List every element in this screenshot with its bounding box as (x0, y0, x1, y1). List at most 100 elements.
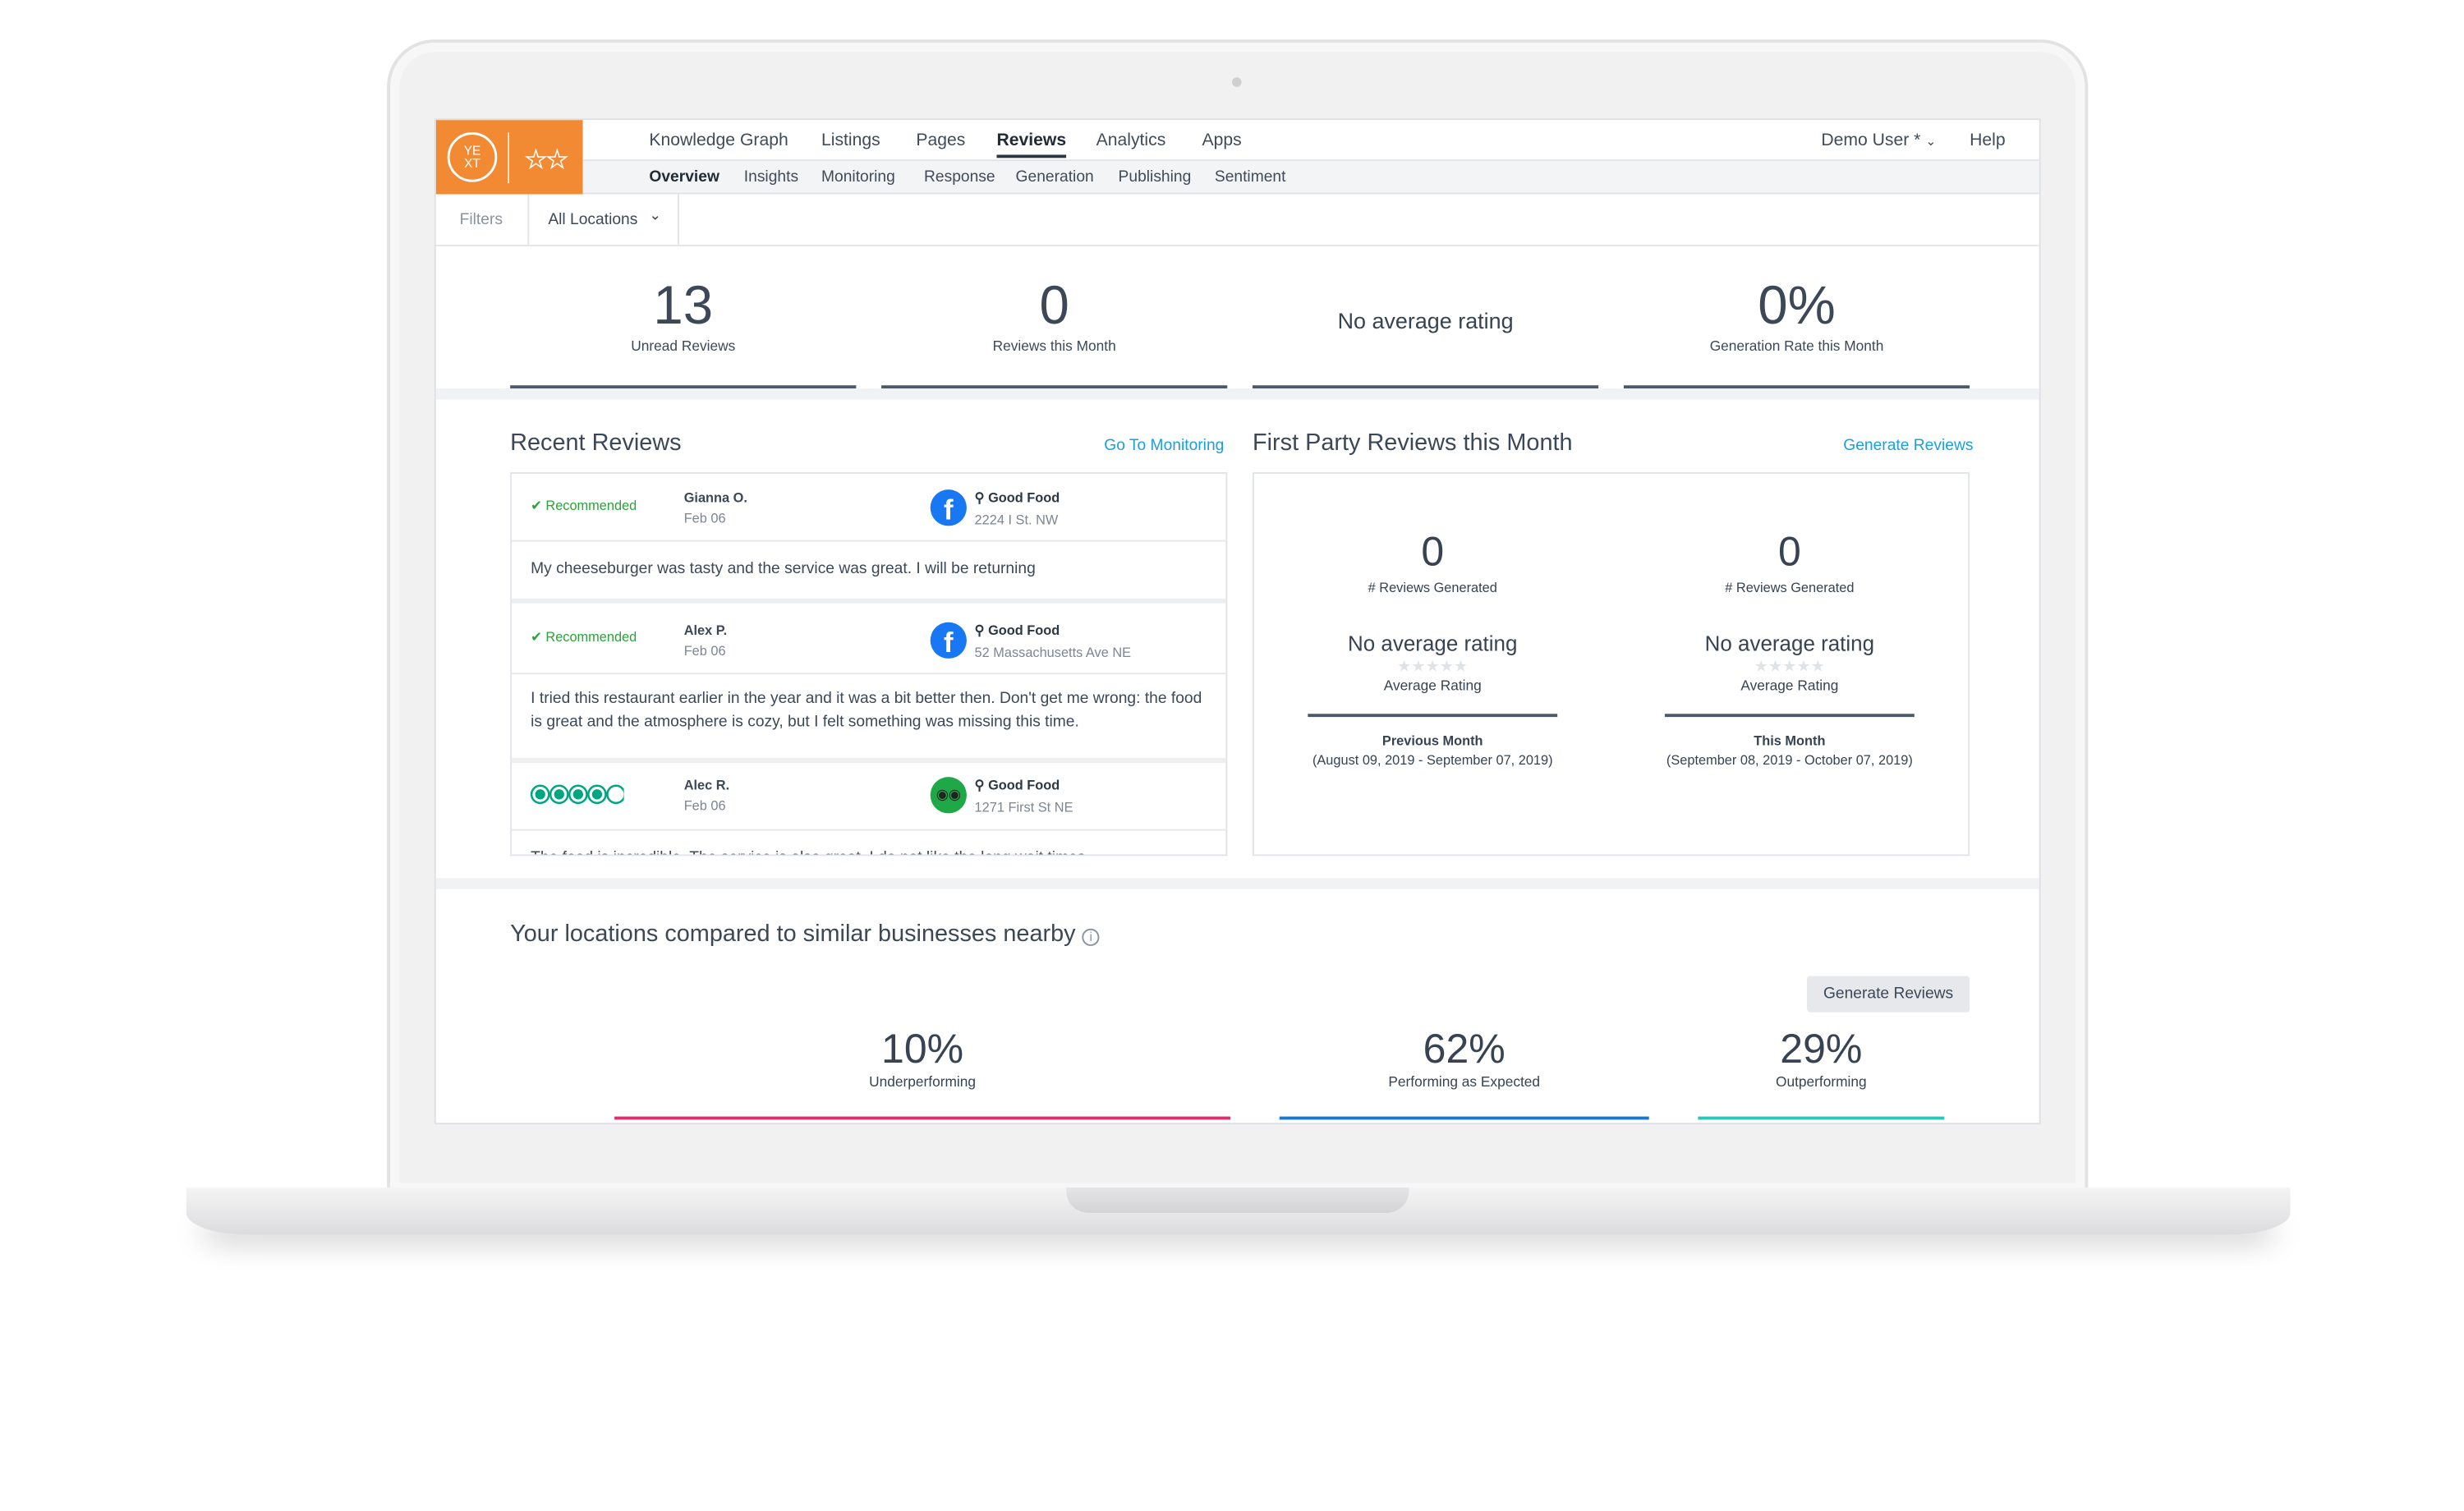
nav-apps[interactable]: Apps (1202, 131, 1241, 150)
business-name: ⚲ Good Food (974, 622, 1060, 638)
generate-reviews-button[interactable]: Generate Reviews (1807, 976, 1970, 1013)
app-screen: YE XT ★★ Knowledge Graph Listings Pages … (434, 118, 2041, 1125)
nav-analytics[interactable]: Analytics (1096, 131, 1166, 150)
user-menu[interactable]: Demo User * ⌄ (1821, 131, 1936, 150)
star-rating: ★★★★★ (1754, 658, 1825, 677)
this-month-column: 0 # Reviews Generated No average rating … (1611, 474, 1969, 768)
facebook-icon: f (930, 622, 967, 659)
business-address: 2224 I St. NW (974, 512, 1059, 528)
period-range: (August 09, 2019 - September 07, 2019) (1312, 751, 1553, 768)
sub-nav: Overview Insights Monitoring Response Ge… (582, 161, 2039, 195)
comparison-title: Your locations compared to similar busin… (510, 921, 1100, 948)
business-name: ⚲ Good Food (974, 777, 1060, 793)
review-date: Feb 06 (683, 510, 726, 526)
tab-publishing[interactable]: Publishing (1119, 169, 1192, 186)
tab-overview[interactable]: Overview (649, 169, 719, 186)
recommended-badge: ✔ Recommended (531, 497, 637, 514)
outperforming-stat: 29% Outperforming (1776, 1025, 1867, 1090)
yext-logo[interactable]: YE XT ★★ (435, 120, 583, 195)
review-body: My cheeseburger was tasty and the servic… (512, 542, 1226, 604)
recent-reviews-list[interactable]: ✔ Recommended Gianna O. Feb 06 f ⚲ Good … (510, 472, 1228, 857)
tab-monitoring[interactable]: Monitoring (821, 169, 895, 186)
first-party-panel: 0 # Reviews Generated No average rating … (1253, 472, 1970, 857)
chevron-down-icon: ⌄ (649, 206, 661, 223)
reviews-generated-count: 0 (1777, 527, 1801, 576)
generate-reviews-link[interactable]: Generate Reviews (1843, 438, 1973, 455)
tab-generation[interactable]: Generation (1016, 169, 1094, 186)
reviews-logo-icon: YE XT ★★ (447, 132, 568, 184)
review-header: ✔ Recommended Alex P. Feb 06 f ⚲ Good Fo… (512, 608, 1226, 675)
reviews-generated-label: # Reviews Generated (1725, 579, 1855, 596)
review-header: ✔ Recommended Gianna O. Feb 06 f ⚲ Good … (512, 474, 1226, 542)
nav-knowledge-graph[interactable]: Knowledge Graph (649, 131, 788, 150)
info-icon[interactable]: i (1082, 928, 1100, 946)
nav-pages[interactable]: Pages (916, 131, 965, 150)
filters-bar: Filters All Locations ⌄ (435, 194, 2039, 247)
tab-insights[interactable]: Insights (744, 169, 798, 186)
underperforming-stat: 10% Underperforming (869, 1025, 977, 1090)
nav-listings[interactable]: Listings (821, 131, 880, 150)
help-link[interactable]: Help (1970, 131, 2006, 150)
average-rating-label: Average Rating (1740, 677, 1839, 694)
review-body: The food is incredible. The service is a… (512, 831, 1225, 855)
stat-value: 0% (1758, 276, 1836, 337)
period-range: (September 08, 2019 - October 07, 2019) (1666, 751, 1913, 768)
performing-as-expected-bar (1279, 1116, 1649, 1120)
tripadvisor-icon: ◉◉ (930, 777, 967, 814)
nav-reviews[interactable]: Reviews (996, 131, 1067, 158)
stat-reviews-this-month: 0 Reviews this Month (881, 246, 1228, 389)
reviews-generated-count: 0 (1421, 527, 1445, 576)
stat-label: Reviews this Month (992, 338, 1116, 354)
average-rating-value: No average rating (1704, 631, 1875, 656)
filters-label: Filters (459, 211, 503, 229)
user-name: Demo User * (1821, 131, 1921, 150)
business-address: 52 Massachusetts Ave NE (974, 644, 1132, 660)
stat-value: 13 (653, 276, 714, 337)
stat-label: Unread Reviews (631, 338, 736, 354)
previous-month-column: 0 # Reviews Generated No average rating … (1254, 474, 1611, 768)
location-filter[interactable]: All Locations ⌄ (527, 194, 679, 246)
reviewer-name: Gianna O. (683, 489, 747, 506)
svg-text:XT: XT (464, 157, 480, 171)
stat-label: Generation Rate this Month (1709, 338, 1884, 354)
laptop-notch (1066, 1187, 1409, 1213)
review-body: I tried this restaurant earlier in the y… (512, 674, 1226, 763)
first-party-title: First Party Reviews this Month (1253, 429, 1573, 457)
review-header: Alec R. Feb 06 ◉◉ ⚲ Good Food 1271 First… (512, 763, 1226, 831)
review-date: Feb 06 (683, 642, 726, 659)
divider (1308, 714, 1558, 718)
underperforming-bar (614, 1116, 1231, 1120)
stat-value: No average rating (1337, 308, 1514, 333)
go-to-monitoring-link[interactable]: Go To Monitoring (1104, 438, 1224, 455)
performing-as-expected-stat: 62% Performing as Expected (1388, 1025, 1541, 1090)
review-date: Feb 06 (683, 797, 726, 814)
average-rating-label: Average Rating (1383, 677, 1482, 694)
tripadvisor-rating-bubbles (529, 783, 626, 814)
section-divider (435, 878, 2039, 889)
business-name: ⚲ Good Food (974, 489, 1060, 506)
stat-average-rating: No average rating (1253, 246, 1599, 389)
top-nav: Knowledge Graph Listings Pages Reviews A… (582, 120, 2039, 162)
reviews-generated-label: # Reviews Generated (1368, 579, 1497, 596)
facebook-icon: f (930, 489, 967, 526)
business-address: 1271 First St NE (974, 799, 1073, 815)
star-rating: ★★★★★ (1397, 658, 1469, 677)
recommended-badge: ✔ Recommended (531, 628, 637, 645)
divider (1664, 714, 1915, 718)
stat-unread-reviews: 13 Unread Reviews (510, 246, 857, 389)
reviewer-name: Alex P. (683, 622, 728, 638)
stat-generation-rate: 0% Generation Rate this Month (1623, 246, 1970, 389)
chevron-down-icon: ⌄ (1925, 134, 1937, 149)
svg-text:★★: ★★ (526, 147, 568, 173)
period-label: Previous Month (1381, 733, 1483, 749)
stat-value: 0 (1039, 276, 1069, 337)
laptop-camera (1232, 77, 1242, 87)
outperforming-bar (1698, 1116, 1945, 1120)
tab-response[interactable]: Response (924, 169, 995, 186)
location-filter-value: All Locations (548, 211, 638, 229)
average-rating-value: No average rating (1348, 631, 1518, 656)
recent-reviews-title: Recent Reviews (510, 429, 682, 457)
period-label: This Month (1754, 733, 1826, 749)
section-divider (435, 388, 2039, 400)
tab-sentiment[interactable]: Sentiment (1215, 169, 1286, 186)
